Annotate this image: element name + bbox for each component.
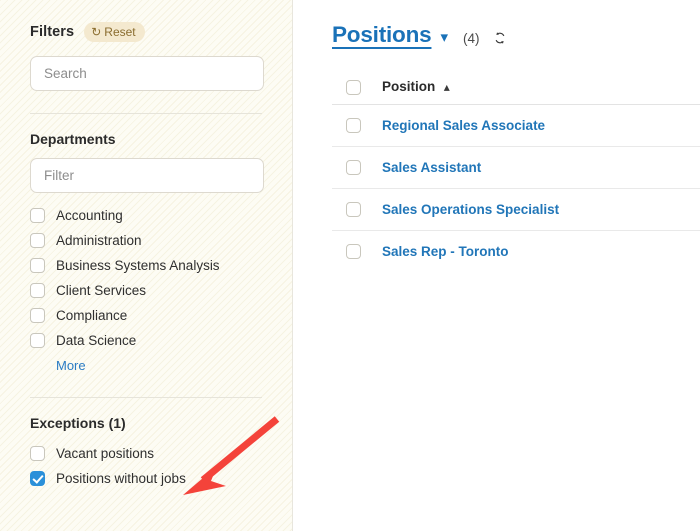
exceptions-title: Exceptions (1) — [30, 415, 126, 431]
department-label-business-systems-analysis: Business Systems Analysis — [56, 258, 220, 273]
departments-title: Departments — [30, 131, 116, 147]
exception-label-positions-without-jobs: Positions without jobs — [56, 471, 186, 486]
page-title[interactable]: Positions — [332, 22, 432, 48]
department-row-administration[interactable]: Administration — [30, 229, 262, 252]
search-input[interactable] — [30, 56, 264, 91]
department-checkbox-data-science[interactable] — [30, 333, 45, 348]
column-header-position-label: Position — [382, 79, 436, 94]
row-checkbox-regional-sales-associate[interactable] — [346, 118, 361, 133]
record-count: (4) — [463, 30, 480, 46]
chevron-down-icon[interactable]: ▾ — [440, 30, 448, 45]
departments-checkbox-list: Accounting Administration Business Syste… — [30, 204, 262, 375]
department-row-accounting[interactable]: Accounting — [30, 204, 262, 227]
main-content: Positions ▾ (4) Position ▴ Regional Sale… — [293, 0, 700, 531]
row-checkbox-sales-rep-toronto[interactable] — [346, 244, 361, 259]
reset-filters-label: Reset — [104, 25, 136, 39]
table-header-row: Position ▴ — [332, 70, 700, 105]
vacant-positions-checkbox[interactable] — [30, 446, 45, 461]
department-checkbox-administration[interactable] — [30, 233, 45, 248]
positions-without-jobs-checkbox[interactable] — [30, 471, 45, 486]
row-link-position[interactable]: Sales Assistant — [382, 160, 481, 175]
table-row[interactable]: Regional Sales Associate — [332, 105, 700, 147]
filters-title: Filters — [30, 24, 75, 40]
row-checkbox-sales-operations-specialist[interactable] — [346, 202, 361, 217]
filters-sidebar: Filters ↻ Reset Departments Accounting — [0, 0, 293, 531]
department-checkbox-client-services[interactable] — [30, 283, 45, 298]
row-link-position[interactable]: Sales Rep - Toronto — [382, 244, 509, 259]
search-field-wrapper — [30, 56, 264, 91]
table-row[interactable]: Sales Operations Specialist — [332, 189, 700, 231]
department-label-client-services: Client Services — [56, 283, 147, 298]
exception-row-positions-without-jobs[interactable]: Positions without jobs — [30, 467, 262, 490]
sidebar-divider-2 — [30, 397, 262, 398]
row-link-position[interactable]: Regional Sales Associate — [382, 118, 545, 133]
row-checkbox-sales-assistant[interactable] — [346, 160, 361, 175]
reset-filters-button[interactable]: ↻ Reset — [84, 22, 145, 42]
table-row[interactable]: Sales Assistant — [332, 147, 700, 189]
positions-table: Position ▴ Regional Sales Associate Sale… — [332, 70, 700, 272]
department-row-business-systems-analysis[interactable]: Business Systems Analysis — [30, 254, 262, 277]
departments-filter-wrapper — [30, 158, 264, 193]
refresh-icon[interactable] — [493, 31, 507, 45]
department-label-administration: Administration — [56, 233, 142, 248]
chevron-up-icon[interactable]: ▴ — [444, 80, 450, 94]
exception-row-vacant-positions[interactable]: Vacant positions — [30, 442, 262, 465]
department-row-client-services[interactable]: Client Services — [30, 279, 262, 302]
department-checkbox-compliance[interactable] — [30, 308, 45, 323]
row-link-position[interactable]: Sales Operations Specialist — [382, 202, 559, 217]
select-all-checkbox[interactable] — [346, 79, 361, 95]
department-label-data-science: Data Science — [56, 333, 137, 348]
filters-header: Filters ↻ Reset — [30, 0, 262, 52]
department-checkbox-accounting[interactable] — [30, 208, 45, 223]
department-label-accounting: Accounting — [56, 208, 123, 223]
departments-more-link[interactable]: More — [56, 358, 86, 373]
departments-filter-input[interactable] — [30, 158, 264, 193]
refresh-ccw-icon: ↻ — [91, 25, 102, 39]
sidebar-divider-1 — [30, 113, 262, 114]
app-root: Filters ↻ Reset Departments Accounting — [0, 0, 700, 531]
exception-label-vacant-positions: Vacant positions — [56, 446, 155, 461]
positions-header: Positions ▾ (4) — [332, 0, 700, 52]
table-row[interactable]: Sales Rep - Toronto — [332, 231, 700, 272]
column-header-position[interactable]: Position ▴ — [382, 78, 450, 96]
department-row-compliance[interactable]: Compliance — [30, 304, 262, 327]
department-checkbox-business-systems-analysis[interactable] — [30, 258, 45, 273]
department-label-compliance: Compliance — [56, 308, 128, 323]
exceptions-section: Exceptions (1) Vacant positions Position… — [30, 415, 262, 490]
department-row-data-science[interactable]: Data Science — [30, 329, 262, 352]
